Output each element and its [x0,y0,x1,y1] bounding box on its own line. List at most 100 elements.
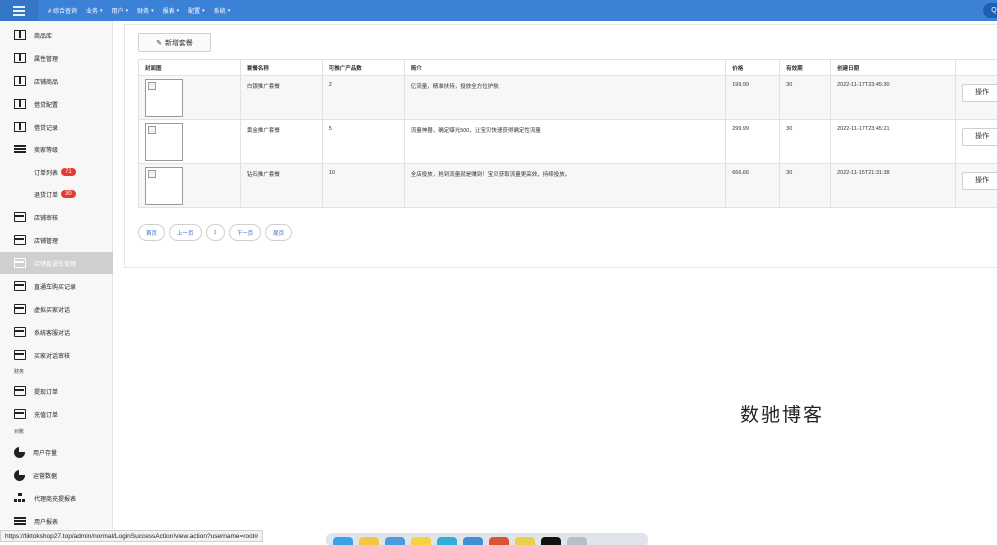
sidebar-item-returns[interactable]: 退货订单 30 [0,183,113,205]
dock-app-icon[interactable] [359,537,379,545]
section-reconcile: 对账 [14,429,25,435]
returns-count-badge: 30 [61,190,76,198]
operate-button[interactable]: 操作 [961,172,997,190]
nav-report[interactable]: 报表 ▾ [163,6,180,16]
chat-icon[interactable]: Q [983,3,997,18]
sidebar-item-shop-express[interactable]: 店铺直通车管理 [0,252,113,274]
nav-system[interactable]: 系统 ▾ [214,6,231,16]
broken-image-icon [145,167,183,205]
top-navbar: # 综合查询 业务 ▾ 用户 ▾ 财务 ▾ 报表 ▾ 配置 ▾ 系统 ▾ Q [0,0,997,21]
page-prev-button[interactable]: 上一页 [169,224,202,241]
card-icon [14,386,26,396]
cell-created: 2022-11-17T23:45:30 [830,75,956,120]
book-icon [14,30,26,40]
cell-intro: 全店投放，抢到流量就是赚到！宝贝获取流量更高效，持续投放。 [403,163,727,208]
book-icon [14,53,26,63]
table-row: 钻石推广套餐 10 全店投放，抢到流量就是赚到！宝贝获取流量更高效，持续投放。 … [138,163,997,208]
sidebar-item-virtual-buyer-chat[interactable]: 虚拟买家对话 [0,298,113,320]
cell-price: 299.99 [725,119,781,164]
cell-intro: 流量神器，确定曝光500，让宝贝快速获得确定性流量 [403,119,727,164]
watermark-text: 数驰博客 [740,404,825,426]
sidebar-item-buyer-chat-review[interactable]: 买家对话审核 [0,344,113,366]
cell-intro: 亿流量，精准扶持，投放全方位护航 [403,75,727,120]
nav-config[interactable]: 配置 ▾ [188,6,205,16]
status-bar-url: https://tiktokshop27.top/admin/normal/Lo… [0,530,264,542]
sidebar-item-loan-records[interactable]: 借贷记录 [0,116,113,138]
pagination: 首页 上一页 1 下一页 尾页 [138,224,296,241]
operate-button[interactable]: 操作 [961,84,997,102]
page-first-button[interactable]: 首页 [138,224,166,241]
orders-count-badge: 71 [61,168,76,176]
col-header-name: 套餐名称 [239,59,323,76]
dock-app-icon[interactable] [411,537,431,545]
align-left-icon [14,516,26,526]
nav-query[interactable]: # 综合查询 [48,6,77,15]
col-header-action [954,59,997,76]
nav-user[interactable]: 用户 ▾ [112,6,129,16]
section-finance: 财务 [14,369,25,375]
cell-count: 2 [321,75,405,120]
sidebar-item-withdrawals[interactable]: 提现订单 [0,380,113,402]
cell-price: 199.99 [725,75,781,120]
sidebar-item-seller-level[interactable]: 卖家等级 [0,138,113,160]
cell-validity: 30 [779,163,832,208]
sidebar: 商品库 属性管理 店铺商品 借贷配置 借贷记录 卖家等级 订单列表 71 退货订单… [0,21,113,529]
top-nav: # 综合查询 业务 ▾ 用户 ▾ 财务 ▾ 报表 ▾ 配置 ▾ 系统 ▾ [48,6,239,16]
os-dock [326,533,648,545]
package-table: 封面图 套餐名称 可推广产品数 简介 价格 有效期 创建日期 白银推广套餐 2 … [138,59,997,208]
cell-validity: 30 [779,75,832,120]
sitemap-icon [14,493,26,503]
sidebar-item-shop-products[interactable]: 店铺商品 [0,70,113,92]
dock-app-icon[interactable] [385,537,405,545]
col-header-price: 价格 [725,59,781,76]
sidebar-item-agent-report[interactable]: 代理商充提报表 [0,487,113,509]
col-header-cover: 封面图 [138,59,241,76]
sidebar-item-user-report[interactable]: 用户报表 [0,510,113,532]
dock-app-icon[interactable] [463,537,483,545]
sidebar-item-orders[interactable]: 订单列表 71 [0,161,113,183]
card-icon [14,258,26,268]
cell-validity: 30 [779,119,832,164]
cell-created: 2022-11-17T23:45:21 [830,119,956,164]
nav-business[interactable]: 业务 ▾ [86,6,103,16]
page-last-button[interactable]: 尾页 [265,224,293,241]
dock-app-icon[interactable] [567,537,587,545]
cell-count: 5 [321,119,405,164]
card-icon [14,212,26,222]
pie-chart-icon [14,445,25,458]
dock-app-icon[interactable] [437,537,457,545]
sidebar-item-recharges[interactable]: 充值订单 [0,403,113,425]
menu-toggle-icon[interactable] [0,0,38,21]
dock-app-icon[interactable] [515,537,535,545]
sidebar-item-system-service-chat[interactable]: 系统客服对话 [0,321,113,343]
sidebar-item-user-stock[interactable]: 用户存量 [0,441,113,463]
chevron-down-icon: ▾ [176,7,180,14]
cell-name: 黄金推广套餐 [239,119,323,164]
table-header-row: 封面图 套餐名称 可推广产品数 简介 价格 有效期 创建日期 [138,59,997,76]
chevron-down-icon: ▾ [227,7,231,14]
sidebar-item-shop-review[interactable]: 店铺审核 [0,206,113,228]
sidebar-item-express-purchases[interactable]: 直通车购买记录 [0,275,113,297]
pie-chart-icon [14,468,25,481]
card-icon [14,281,26,291]
card-icon [14,235,26,245]
dock-app-icon[interactable] [541,537,561,545]
sidebar-item-product-library[interactable]: 商品库 [0,24,113,46]
page-current[interactable]: 1 [205,224,225,241]
chevron-down-icon: ▾ [125,7,129,14]
card-icon [14,327,26,337]
add-package-button[interactable]: ✎ 新增套餐 [138,33,211,52]
cell-name: 白银推广套餐 [239,75,323,120]
dock-app-icon[interactable] [333,537,353,545]
sidebar-item-attributes[interactable]: 属性管理 [0,47,113,69]
page-next-button[interactable]: 下一页 [228,224,262,241]
operate-button[interactable]: 操作 [961,128,997,146]
dock-app-icon[interactable] [489,537,509,545]
card-icon [14,304,26,314]
sidebar-item-shop-management[interactable]: 店铺管理 [0,229,113,251]
sidebar-item-loan-config[interactable]: 借贷配置 [0,93,113,115]
list-icon [14,144,26,154]
card-icon [14,409,26,419]
sidebar-item-operations-data[interactable]: 运营数据 [0,464,113,486]
nav-finance[interactable]: 财务 ▾ [137,6,154,16]
